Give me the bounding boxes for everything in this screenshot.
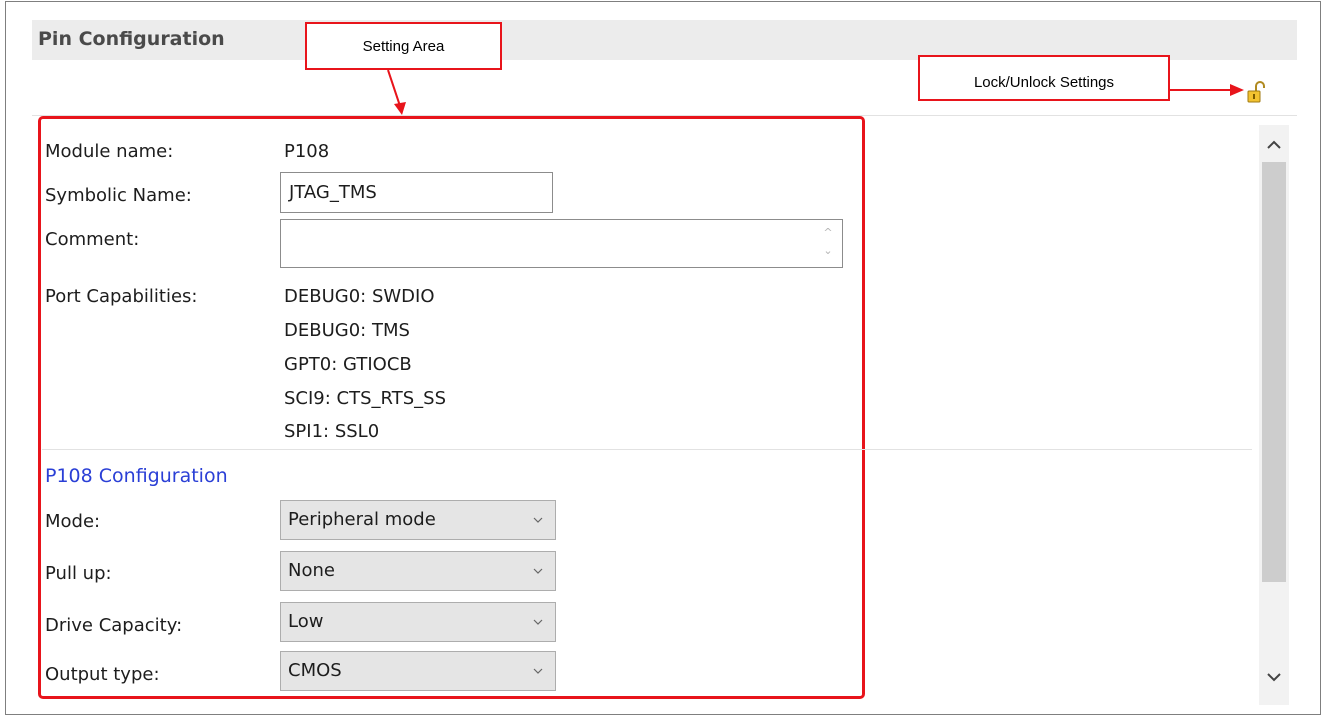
- setting-area-callout: Setting Area: [305, 22, 502, 70]
- drive-capacity-label: Drive Capacity:: [45, 615, 183, 636]
- caret-down-icon[interactable]: ⌄: [822, 242, 834, 260]
- mode-select[interactable]: Peripheral mode: [280, 500, 556, 540]
- chevron-down-icon[interactable]: [1262, 667, 1286, 687]
- caret-up-icon[interactable]: ^: [822, 224, 834, 242]
- module-name-value: P108: [284, 141, 330, 162]
- chevron-down-icon: [533, 517, 543, 523]
- comment-scroll-arrows[interactable]: ^ ⌄: [822, 224, 834, 260]
- lock-unlock-callout: Lock/Unlock Settings: [918, 55, 1170, 101]
- chevron-down-icon: [533, 568, 543, 574]
- pull-up-select[interactable]: None: [280, 551, 556, 591]
- symbolic-name-input[interactable]: JTAG_TMS: [280, 172, 553, 213]
- output-type-value: CMOS: [288, 660, 342, 681]
- symbolic-name-label: Symbolic Name:: [45, 185, 192, 206]
- port-capability-item: SPI1: SSL0: [284, 421, 380, 442]
- chevron-down-icon: [533, 668, 543, 674]
- panel-title: Pin Configuration: [38, 28, 225, 50]
- setting-area-arrow: [387, 69, 406, 115]
- port-capability-item: GPT0: GTIOCB: [284, 354, 412, 375]
- chevron-up-icon[interactable]: [1262, 135, 1286, 155]
- scrollbar-thumb[interactable]: [1262, 162, 1286, 582]
- comment-field[interactable]: ^ ⌄: [280, 219, 843, 268]
- configuration-section-title: P108 Configuration: [45, 465, 228, 487]
- lock-unlock-arrow: [1170, 84, 1244, 96]
- module-name-label: Module name:: [45, 141, 174, 162]
- unlocked-padlock-icon[interactable]: [1245, 80, 1267, 104]
- chevron-down-icon: [533, 619, 543, 625]
- port-capabilities-label: Port Capabilities:: [45, 286, 198, 307]
- symbolic-name-value: JTAG_TMS: [289, 182, 377, 203]
- mode-label: Mode:: [45, 511, 101, 532]
- output-type-label: Output type:: [45, 664, 160, 685]
- comment-label: Comment:: [45, 229, 140, 250]
- section-divider: [42, 449, 1252, 450]
- drive-capacity-select[interactable]: Low: [280, 602, 556, 642]
- port-capability-item: DEBUG0: TMS: [284, 320, 410, 341]
- mode-value: Peripheral mode: [288, 509, 436, 530]
- pull-up-label: Pull up:: [45, 563, 112, 584]
- port-capability-item: DEBUG0: SWDIO: [284, 286, 435, 307]
- drive-capacity-value: Low: [288, 611, 324, 632]
- port-capability-item: SCI9: CTS_RTS_SS: [284, 388, 446, 409]
- pull-up-value: None: [288, 560, 335, 581]
- output-type-select[interactable]: CMOS: [280, 651, 556, 691]
